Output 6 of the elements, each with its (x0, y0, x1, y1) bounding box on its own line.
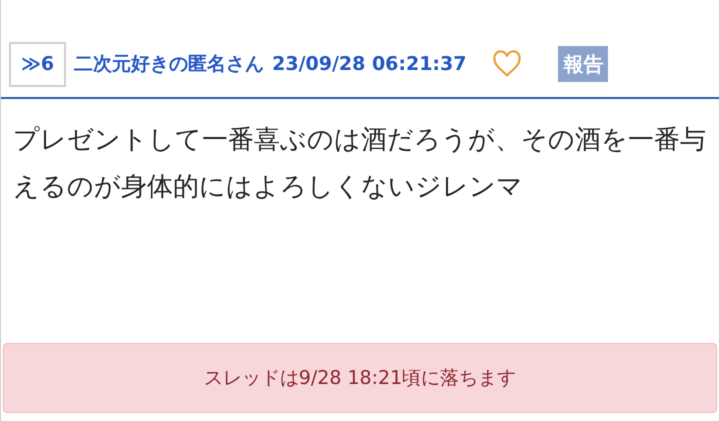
author-name: 二次元好きの匿名さん (74, 52, 264, 77)
reply-number-button[interactable]: ≫6 (9, 42, 66, 86)
post-date: 23/09/28 06:21:37 (272, 52, 466, 77)
thread-notice: スレッドは9/28 18:21頃に落ちます (3, 343, 717, 413)
heart-icon[interactable] (492, 50, 522, 78)
post-body: プレゼントして一番喜ぶのは酒だろうが、その酒を一番与えるのが身体的にはよろしくないジレンマ (12, 124, 707, 204)
